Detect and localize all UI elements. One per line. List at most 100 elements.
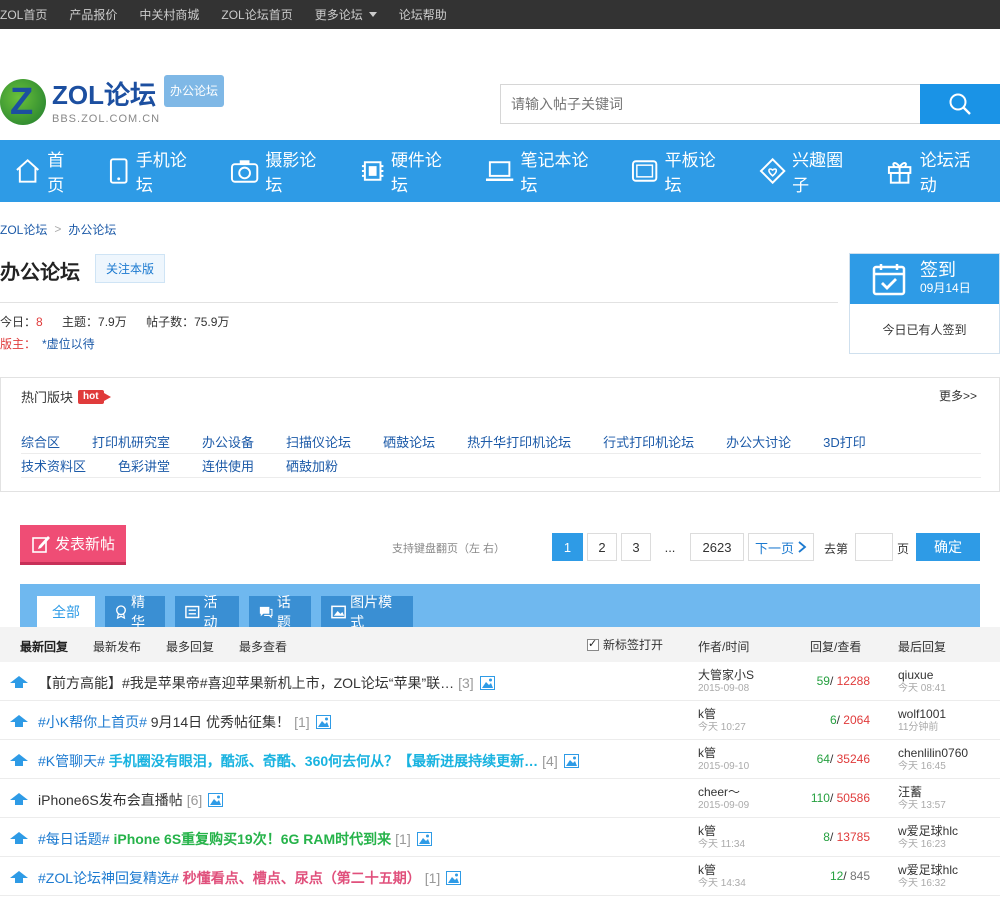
tab-topics[interactable]: 话题 bbox=[249, 594, 311, 630]
last-reply-user[interactable]: w爱足球hlc bbox=[898, 863, 958, 877]
thread-title-text[interactable]: iPhone 6S重复购买19次！6G RAM时代到来 bbox=[110, 831, 391, 847]
page-ellipsis: ... bbox=[664, 539, 676, 555]
thread-title-text[interactable]: 手机圈没有眼泪，酷派、奇酷、360何去何从？【最新进展持续更新… bbox=[105, 753, 538, 769]
author-name[interactable]: 大管家小S bbox=[698, 668, 754, 682]
thread-title-text[interactable]: 9月14日 优秀帖征集！ bbox=[147, 714, 290, 730]
signin-panel[interactable]: 签到 09月14日 今日已有人签到 bbox=[849, 253, 1000, 354]
thread-page-count[interactable]: [4] bbox=[542, 753, 558, 769]
hot-board-link[interactable]: 办公大讨论 bbox=[726, 432, 791, 451]
hot-board-link[interactable]: 色彩讲堂 bbox=[118, 456, 170, 475]
thread-title-text[interactable]: 秒懂看点、槽点、尿点（第二十五期） bbox=[179, 870, 421, 886]
nav-tablet-forum[interactable]: 平板论坛 bbox=[617, 140, 745, 202]
nav-interest-circle[interactable]: 兴趣圈子 bbox=[745, 140, 873, 202]
sort-most-replies[interactable]: 最多回复 bbox=[166, 638, 214, 655]
author-name[interactable]: k管 bbox=[698, 746, 716, 760]
sort-most-views[interactable]: 最多查看 bbox=[239, 638, 287, 655]
nav-hardware-forum[interactable]: 硬件论坛 bbox=[346, 140, 472, 202]
last-reply-user[interactable]: chenlilin0760 bbox=[898, 746, 968, 760]
top-link-more-forums[interactable]: 更多论坛 bbox=[315, 6, 377, 23]
goto-page-input[interactable] bbox=[855, 533, 893, 561]
sort-latest-reply[interactable]: 最新回复 bbox=[20, 638, 68, 655]
thread-tag[interactable]: #每日话题# bbox=[38, 831, 110, 847]
tab-events[interactable]: 活动 bbox=[175, 594, 239, 630]
thread-page-count[interactable]: [1] bbox=[395, 831, 411, 847]
thread-title-text[interactable]: iPhone6S发布会直播帖 bbox=[38, 792, 183, 808]
logo[interactable]: ZOL论坛办公论坛 BBS.ZOL.COM.CN bbox=[0, 75, 225, 125]
author-name[interactable]: k管 bbox=[698, 824, 716, 838]
breadcrumb: ZOL论坛 > 办公论坛 bbox=[0, 202, 1000, 252]
thread-page-count[interactable]: [6] bbox=[187, 792, 203, 808]
open-new-tab-toggle[interactable]: 新标签打开 bbox=[587, 636, 663, 653]
nav-camera-forum[interactable]: 摄影论坛 bbox=[216, 140, 346, 202]
follow-forum-button[interactable]: 关注本版 bbox=[95, 254, 166, 283]
thread-tag[interactable]: #ZOL论坛神回复精选# bbox=[38, 870, 179, 886]
top-link-help[interactable]: 论坛帮助 bbox=[399, 6, 447, 23]
last-reply-user[interactable]: qiuxue bbox=[898, 668, 933, 682]
hot-boards-more-link[interactable]: 更多>> bbox=[939, 387, 977, 404]
thread-row[interactable]: #小K帮你上首页# 9月14日 优秀帖征集！ [1] k管 今天 10:27 6/ … bbox=[0, 701, 1000, 740]
author-name[interactable]: k管 bbox=[698, 863, 716, 877]
thread-row[interactable]: #ZOL论坛神回复精选# 秒懂看点、槽点、尿点（第二十五期） [1] k管 今天 1… bbox=[0, 857, 1000, 896]
moderators-value[interactable]: *虚位以待 bbox=[42, 337, 95, 351]
checkbox-checked-icon[interactable] bbox=[587, 637, 599, 651]
tab-digest[interactable]: 精华 bbox=[105, 594, 165, 630]
thread-title-text[interactable]: 【前方高能】#我是苹果帝#喜迎苹果新机上市，ZOL论坛“苹果”联… bbox=[38, 675, 454, 691]
page-last[interactable]: 2623 bbox=[690, 533, 744, 561]
hot-board-link[interactable]: 打印机研究室 bbox=[92, 432, 170, 451]
thread-page-count[interactable]: [1] bbox=[425, 870, 441, 886]
hot-board-link[interactable]: 连供使用 bbox=[202, 456, 254, 475]
breadcrumb-current[interactable]: 办公论坛 bbox=[68, 221, 116, 238]
last-reply-user[interactable]: wolf1001 bbox=[898, 707, 946, 721]
nav-forum-events[interactable]: 论坛活动 bbox=[872, 140, 1000, 202]
page-2[interactable]: 2 bbox=[587, 533, 617, 561]
next-page-button[interactable]: 下一页 bbox=[748, 533, 814, 561]
search-button[interactable] bbox=[920, 84, 1000, 124]
breadcrumb-root[interactable]: ZOL论坛 bbox=[0, 221, 47, 238]
thread-page-count[interactable]: [1] bbox=[294, 714, 310, 730]
author-name[interactable]: k管 bbox=[698, 707, 716, 721]
hot-board-link[interactable]: 热升华打印机论坛 bbox=[467, 432, 571, 451]
signin-button[interactable]: 签到 09月14日 bbox=[850, 254, 999, 304]
page-3[interactable]: 3 bbox=[621, 533, 651, 561]
thread-tag[interactable]: #小K帮你上首页# bbox=[38, 714, 147, 730]
view-count: 12288 bbox=[836, 674, 870, 688]
last-reply-user[interactable]: w爱足球hlc bbox=[898, 824, 958, 838]
thread-title[interactable]: iPhone6S发布会直播帖 [6] bbox=[38, 790, 224, 810]
thread-row[interactable]: iPhone6S发布会直播帖 [6] cheer～ 2015-09-09 110/ … bbox=[0, 779, 1000, 818]
thread-title[interactable]: 【前方高能】#我是苹果帝#喜迎苹果新机上市，ZOL论坛“苹果”联… [3] bbox=[38, 673, 495, 693]
nav-home[interactable]: 首页 bbox=[0, 140, 94, 202]
thread-title[interactable]: #K管聊天# 手机圈没有眼泪，酷派、奇酷、360何去何从？【最新进展持续更新…[… bbox=[38, 751, 579, 771]
hot-board-link[interactable]: 3D打印 bbox=[823, 432, 866, 451]
hot-board-link[interactable]: 硒鼓加粉 bbox=[286, 456, 338, 475]
tab-image-mode[interactable]: 图片模式 bbox=[321, 594, 413, 630]
author-name[interactable]: cheer～ bbox=[698, 785, 740, 799]
hot-board-link[interactable]: 硒鼓论坛 bbox=[383, 432, 435, 451]
col-last-reply: 最后回复 bbox=[898, 640, 947, 654]
thread-row[interactable]: #每日话题# iPhone 6S重复购买19次！6G RAM时代到来 [1] k管… bbox=[0, 818, 1000, 857]
goto-confirm-button[interactable]: 确定 bbox=[916, 533, 980, 561]
last-reply-user[interactable]: 汪蓄 bbox=[898, 785, 922, 799]
hot-board-link[interactable]: 技术资料区 bbox=[21, 456, 86, 475]
hot-board-link[interactable]: 办公设备 bbox=[202, 432, 254, 451]
top-link-zol-home[interactable]: ZOL首页 bbox=[0, 6, 47, 23]
thread-tag[interactable]: #K管聊天# bbox=[38, 753, 105, 769]
search-input[interactable] bbox=[500, 84, 920, 124]
thread-page-count[interactable]: [3] bbox=[458, 675, 474, 691]
tab-all[interactable]: 全部 bbox=[37, 596, 95, 627]
top-link-forum-home[interactable]: ZOL论坛首页 bbox=[221, 6, 292, 23]
nav-laptop-forum[interactable]: 笔记本论坛 bbox=[471, 140, 617, 202]
page-1[interactable]: 1 bbox=[552, 533, 583, 561]
nav-phone-forum[interactable]: 手机论坛 bbox=[94, 140, 216, 202]
thread-title[interactable]: #每日话题# iPhone 6S重复购买19次！6G RAM时代到来 [1] bbox=[38, 829, 432, 849]
hot-board-link[interactable]: 综合区 bbox=[21, 432, 60, 451]
hot-board-link[interactable]: 行式打印机论坛 bbox=[603, 432, 694, 451]
thread-row[interactable]: #K管聊天# 手机圈没有眼泪，酷派、奇酷、360何去何从？【最新进展持续更新…[… bbox=[0, 740, 1000, 779]
thread-title[interactable]: #ZOL论坛神回复精选# 秒懂看点、槽点、尿点（第二十五期） [1] bbox=[38, 868, 462, 888]
hot-board-link[interactable]: 扫描仪论坛 bbox=[286, 432, 351, 451]
sort-latest-post[interactable]: 最新发布 bbox=[93, 638, 141, 655]
thread-title[interactable]: #小K帮你上首页# 9月14日 优秀帖征集！ [1] bbox=[38, 712, 331, 732]
new-post-button[interactable]: 发表新帖 bbox=[20, 525, 126, 565]
top-link-product-price[interactable]: 产品报价 bbox=[69, 6, 117, 23]
thread-row[interactable]: 【前方高能】#我是苹果帝#喜迎苹果新机上市，ZOL论坛“苹果”联… [3] 大管家… bbox=[0, 662, 1000, 701]
top-link-mall[interactable]: 中关村商城 bbox=[139, 6, 199, 23]
